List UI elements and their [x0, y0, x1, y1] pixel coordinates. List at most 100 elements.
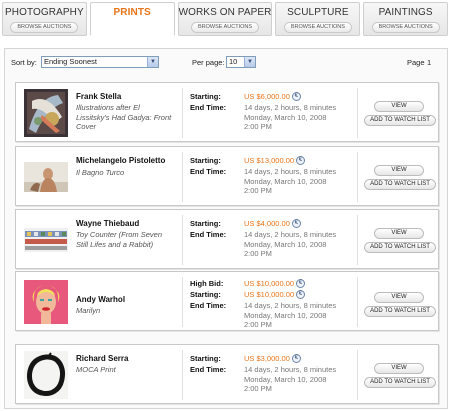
abstract-collage-thumbnail[interactable]	[23, 88, 69, 138]
artist-name[interactable]: Richard Serra	[76, 354, 128, 363]
starting-price-value: US $3,000.00	[244, 354, 290, 363]
starting-price-value: US $13,000.00	[244, 156, 295, 165]
artist-name[interactable]: Wayne Thiebaud	[76, 219, 139, 228]
view-button[interactable]: VIEW	[374, 165, 424, 176]
column-divider	[182, 215, 183, 265]
add-to-watch-list-button[interactable]: ADD TO WATCH LIST	[364, 179, 436, 190]
end-date: Monday, March 10, 2008	[244, 310, 327, 320]
tab-label: PAINTINGS	[378, 7, 433, 18]
end-time: 14 days, 2 hours, 8 minutes Monday, Marc…	[244, 103, 354, 132]
time-remaining: 14 days, 2 hours, 8 minutes	[244, 230, 337, 239]
end-clock: 2:00 PM	[244, 249, 272, 258]
add-to-watch-list-button[interactable]: ADD TO WATCH LIST	[364, 115, 436, 126]
artist-name[interactable]: Michelangelo Pistoletto	[76, 156, 165, 165]
tab-label: PHOTOGRAPHY	[5, 7, 84, 18]
add-to-watch-list-button[interactable]: ADD TO WATCH LIST	[364, 306, 436, 317]
starting-label: Starting:	[190, 290, 221, 299]
view-button[interactable]: VIEW	[374, 363, 424, 374]
chevron-down-icon[interactable]: ▼	[244, 57, 255, 67]
starting-label: Starting:	[190, 156, 221, 165]
column-divider	[182, 88, 183, 138]
end-date: Monday, March 10, 2008	[244, 176, 327, 186]
starting-price-value: US $10,000.00	[244, 290, 295, 299]
browse-auctions-button[interactable]: BROWSE AUCTIONS	[10, 22, 79, 33]
lot-card: Michelangelo Pistoletto Il Bagno Turco S…	[15, 146, 439, 206]
currency-converter-icon[interactable]: €	[291, 92, 301, 101]
lot-card: Andy Warhol Marilyn High Bid: US $10,000…	[15, 271, 439, 331]
starting-price: US $10,000.00 €	[244, 290, 306, 299]
end-time-label: End Time:	[190, 167, 227, 176]
end-time-label: End Time:	[190, 230, 227, 239]
artwork-title[interactable]: Toy Counter (From Seven Still Lifes and …	[76, 230, 174, 249]
end-clock: 2:00 PM	[244, 384, 272, 393]
figure-thumbnail[interactable]	[23, 152, 69, 202]
starting-label: Starting:	[190, 354, 221, 363]
end-clock: 2:00 PM	[244, 186, 272, 195]
browse-auctions-button[interactable]: BROWSE AUCTIONS	[371, 22, 440, 33]
currency-converter-icon[interactable]: €	[296, 279, 306, 288]
browse-auctions-button[interactable]: BROWSE AUCTIONS	[283, 22, 352, 33]
end-time-label: End Time:	[190, 365, 227, 374]
per-page-select[interactable]: 10 ▼	[226, 56, 256, 68]
time-remaining: 14 days, 2 hours, 8 minutes	[244, 167, 337, 176]
artist-name[interactable]: Frank Stella	[76, 92, 121, 101]
end-time: 14 days, 2 hours, 8 minutes Monday, Marc…	[244, 365, 354, 394]
view-button[interactable]: VIEW	[374, 101, 424, 112]
marilyn-portrait-thumbnail[interactable]	[23, 277, 69, 327]
currency-converter-icon[interactable]: €	[291, 219, 301, 228]
currency-converter-icon[interactable]: €	[296, 290, 306, 299]
column-divider	[357, 152, 358, 202]
artwork-title[interactable]: Il Bagno Turco	[76, 168, 174, 178]
starting-price: US $13,000.00 €	[244, 156, 306, 165]
artwork-title[interactable]: MOCA Print	[76, 365, 174, 375]
tab-photography[interactable]: PHOTOGRAPHY BROWSE AUCTIONS	[2, 2, 87, 36]
toy-counter-thumbnail[interactable]	[23, 215, 69, 265]
add-to-watch-list-button[interactable]: ADD TO WATCH LIST	[364, 377, 436, 388]
per-page-select-value: 10	[229, 57, 238, 66]
time-remaining: 14 days, 2 hours, 8 minutes	[244, 301, 337, 310]
per-page-label: Per page:	[192, 58, 225, 67]
time-remaining: 14 days, 2 hours, 8 minutes	[244, 365, 337, 374]
high-bid-price-value: US $10,000.00	[244, 279, 295, 288]
results-panel: Sort by: Ending Soonest ▼ Per page: 10 ▼…	[4, 48, 448, 409]
view-button[interactable]: VIEW	[374, 292, 424, 303]
artwork-title[interactable]: Marilyn	[76, 306, 174, 316]
tab-label: SCULPTURE	[287, 7, 349, 18]
high-bid-price: US $10,000.00 €	[244, 279, 306, 288]
end-time-label: End Time:	[190, 103, 227, 112]
view-button[interactable]: VIEW	[374, 228, 424, 239]
end-time: 14 days, 2 hours, 8 minutes Monday, Marc…	[244, 301, 354, 330]
black-circle-thumbnail[interactable]	[23, 350, 69, 400]
end-date: Monday, March 10, 2008	[244, 112, 327, 122]
end-clock: 2:00 PM	[244, 122, 272, 131]
tab-prints[interactable]: PRINTS	[89, 2, 175, 36]
tab-works-on-paper[interactable]: WORKS ON PAPER BROWSE AUCTIONS	[177, 2, 273, 36]
tab-label: PRINTS	[113, 7, 151, 18]
currency-converter-icon[interactable]: €	[291, 354, 301, 363]
starting-label: Starting:	[190, 92, 221, 101]
high-bid-label: High Bid:	[190, 279, 224, 288]
results-toolbar: Sort by: Ending Soonest ▼ Per page: 10 ▼…	[5, 49, 447, 75]
tab-label: WORKS ON PAPER	[178, 7, 272, 18]
browse-auctions-button[interactable]: BROWSE AUCTIONS	[190, 22, 260, 33]
starting-price: US $4,000.00 €	[244, 219, 301, 228]
column-divider	[357, 350, 358, 400]
column-divider	[357, 215, 358, 265]
add-to-watch-list-button[interactable]: ADD TO WATCH LIST	[364, 242, 436, 253]
sort-select[interactable]: Ending Soonest ▼	[41, 56, 159, 68]
starting-price-value: US $6,000.00	[244, 92, 290, 101]
lot-card: Wayne Thiebaud Toy Counter (From Seven S…	[15, 209, 439, 269]
page-label: Page	[407, 58, 425, 67]
end-date: Monday, March 10, 2008	[244, 239, 327, 249]
artwork-title[interactable]: Illustrations after El Lissitsky's Had G…	[76, 103, 174, 132]
end-time-label: End Time:	[190, 301, 227, 310]
tab-sculpture[interactable]: SCULPTURE BROWSE AUCTIONS	[275, 2, 361, 36]
lot-card: Richard Serra MOCA Print Starting: US $3…	[15, 344, 439, 404]
currency-converter-icon[interactable]: €	[296, 156, 306, 165]
artist-name[interactable]: Andy Warhol	[76, 295, 125, 304]
lot-card: Frank Stella Illustrations after El Liss…	[15, 82, 439, 142]
category-tabs: PHOTOGRAPHY BROWSE AUCTIONS PRINTS WORKS…	[2, 2, 449, 36]
tab-paintings[interactable]: PAINTINGS BROWSE AUCTIONS	[363, 2, 449, 36]
column-divider	[182, 350, 183, 400]
chevron-down-icon[interactable]: ▼	[147, 57, 158, 67]
